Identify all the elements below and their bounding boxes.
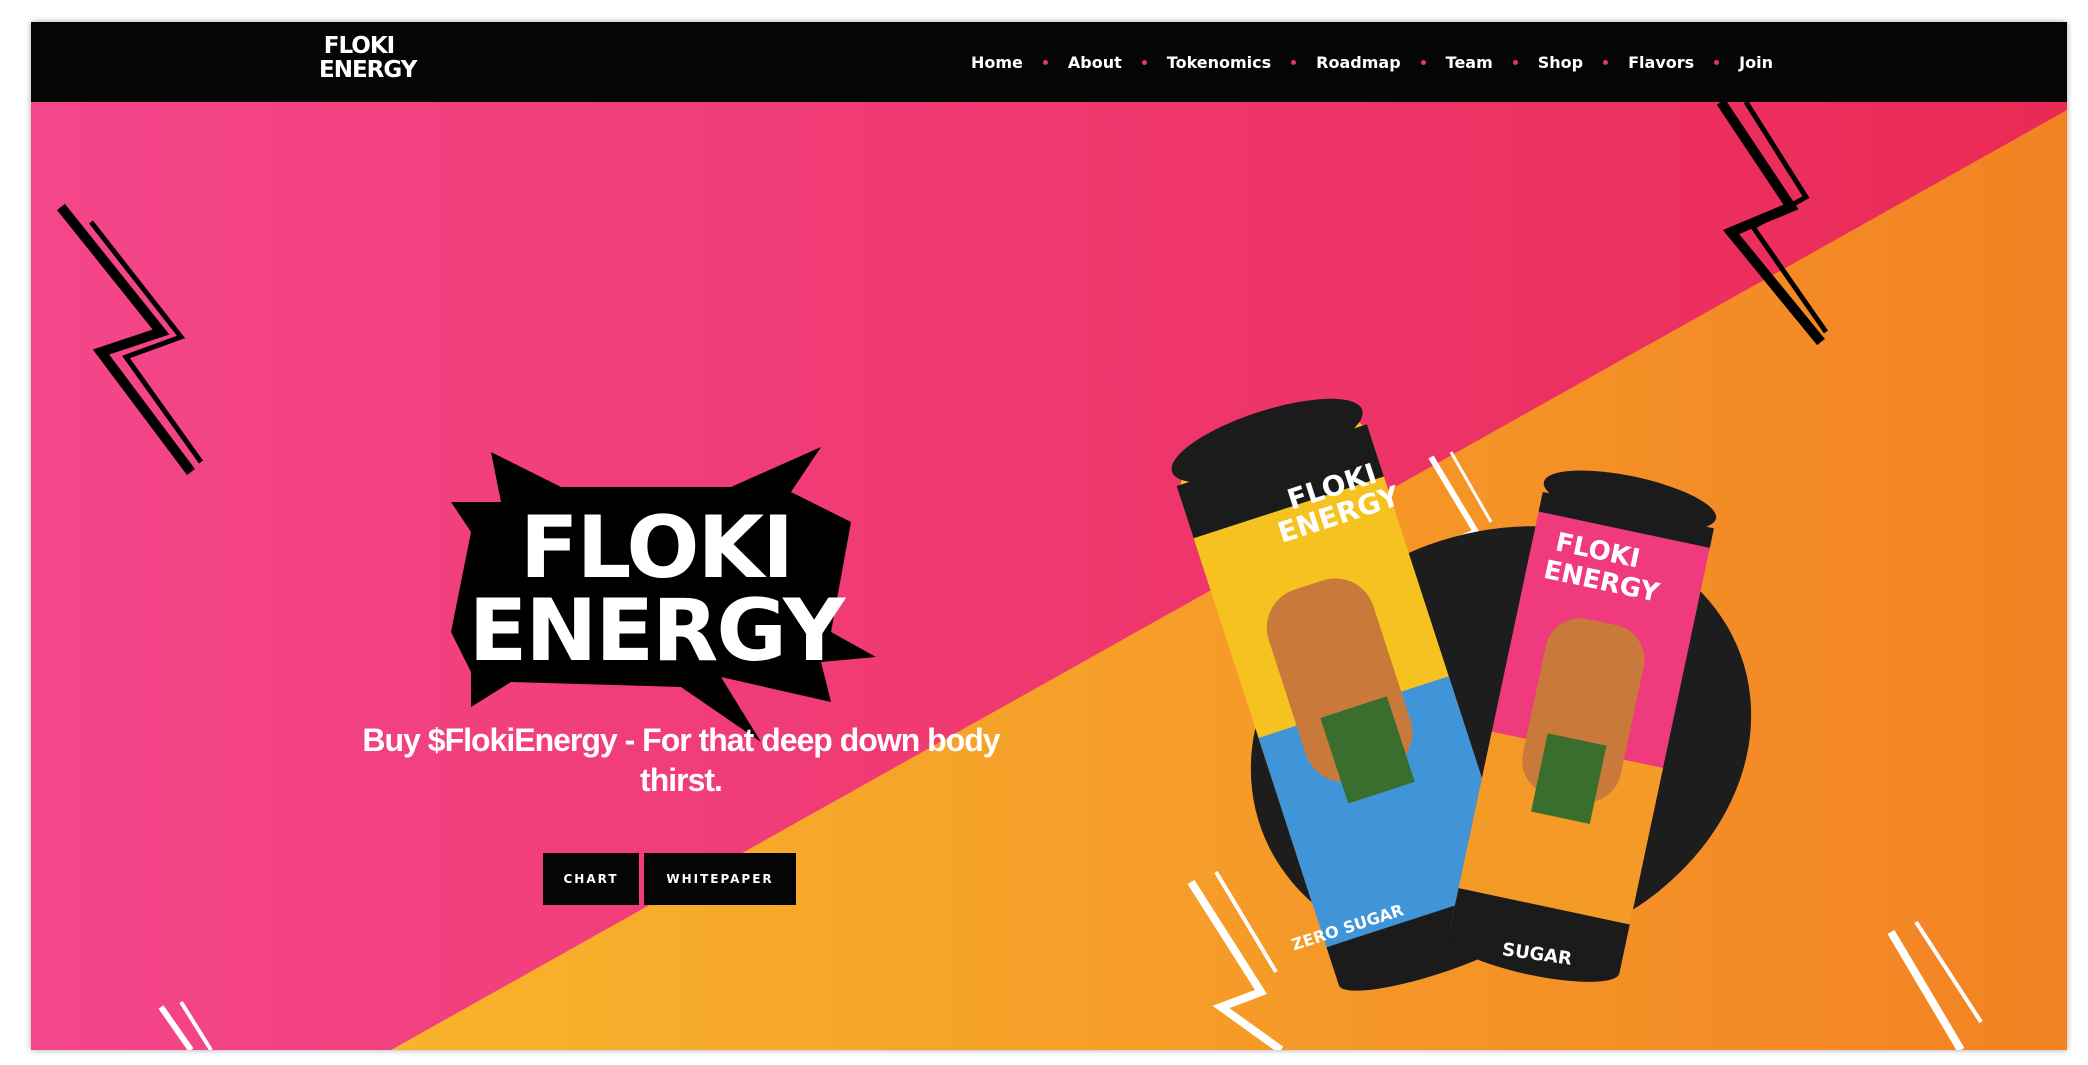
whitepaper-button[interactable]: WHITEPAPER: [644, 853, 796, 905]
nav-separator-dot: [1291, 59, 1297, 65]
hero-logo-line2: ENERGY: [469, 581, 847, 681]
nav-shop-link[interactable]: Shop: [1538, 53, 1583, 72]
nav-team-link[interactable]: Team: [1446, 53, 1493, 72]
tagline-line2: thirst.: [640, 762, 723, 798]
browser-frame: FLOKI ENERGY Home About Tokenomics Roadm…: [31, 22, 2067, 1050]
nav-menu: Home About Tokenomics Roadmap Team Shop …: [971, 22, 1773, 102]
nav-separator-dot: [1714, 59, 1720, 65]
hero-section: FLOKI ENERGY ZERO SUGAR FLOKI ENERGY SUG…: [31, 102, 2067, 1050]
nav-about-link[interactable]: About: [1068, 53, 1122, 72]
nav-flavors-link[interactable]: Flavors: [1628, 53, 1694, 72]
hero-background: FLOKI ENERGY ZERO SUGAR FLOKI ENERGY SUG…: [31, 102, 2067, 1050]
nav-tokenomics-link[interactable]: Tokenomics: [1167, 53, 1271, 72]
top-navbar: FLOKI ENERGY Home About Tokenomics Roadm…: [31, 22, 2067, 102]
hero-tagline: Buy $FlokiEnergy - For that deep down bo…: [301, 720, 1061, 800]
nav-separator-dot: [1042, 59, 1048, 65]
nav-join-link[interactable]: Join: [1739, 53, 1773, 72]
nav-home-link[interactable]: Home: [971, 53, 1023, 72]
chart-button[interactable]: CHART: [543, 853, 639, 905]
brand-line2: ENERGY: [319, 57, 417, 83]
nav-roadmap-link[interactable]: Roadmap: [1316, 53, 1400, 72]
tagline-line1: Buy $FlokiEnergy - For that deep down bo…: [362, 722, 1000, 758]
nav-separator-dot: [1603, 59, 1609, 65]
nav-separator-dot: [1141, 59, 1147, 65]
brand-logo[interactable]: FLOKI ENERGY: [319, 33, 417, 90]
nav-separator-dot: [1512, 59, 1518, 65]
nav-separator-dot: [1420, 59, 1426, 65]
brand-line1: FLOKI: [323, 33, 395, 59]
